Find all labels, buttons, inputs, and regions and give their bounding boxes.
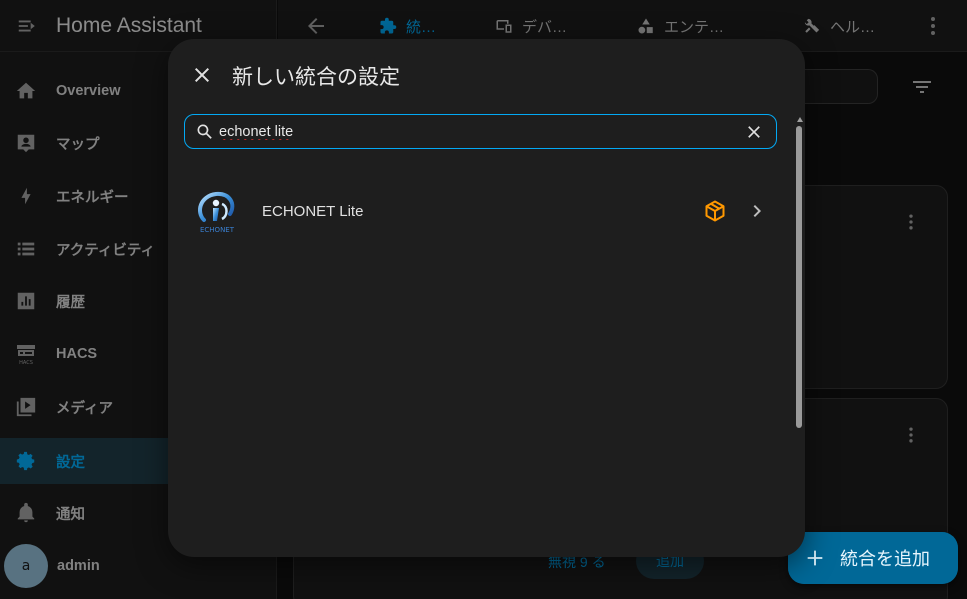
scrollbar-thumb[interactable] [796,126,802,428]
scroll-up-arrow-icon[interactable] [797,117,803,122]
integration-search-field[interactable] [184,114,777,149]
integration-name: ECHONET Lite [262,202,364,220]
dialog-title: 新しい統合の設定 [232,65,400,89]
search-icon [197,124,212,139]
echonet-logo: ECHONET [198,191,235,234]
app-root: Home Assistant Overview マップ エネルギー アクティビテ… [0,0,967,599]
clear-icon[interactable] [744,122,764,142]
dialog-scrollbar[interactable] [795,117,803,557]
plus-icon [807,550,823,566]
fab-label: 統合を追加 [840,549,930,569]
custom-integration-package-icon [705,200,725,222]
chevron-right-icon [753,205,761,217]
logo-text: ECHONET [200,226,235,234]
close-icon[interactable] [190,63,214,87]
new-integration-dialog: 新しい統合の設定 echonet lite ECHONET ECHONET Li… [168,39,805,557]
search-input[interactable] [219,123,744,140]
add-integration-button[interactable]: 統合を追加 [788,532,958,584]
integration-result-item[interactable]: ECHONET ECHONET Lite [184,185,784,237]
